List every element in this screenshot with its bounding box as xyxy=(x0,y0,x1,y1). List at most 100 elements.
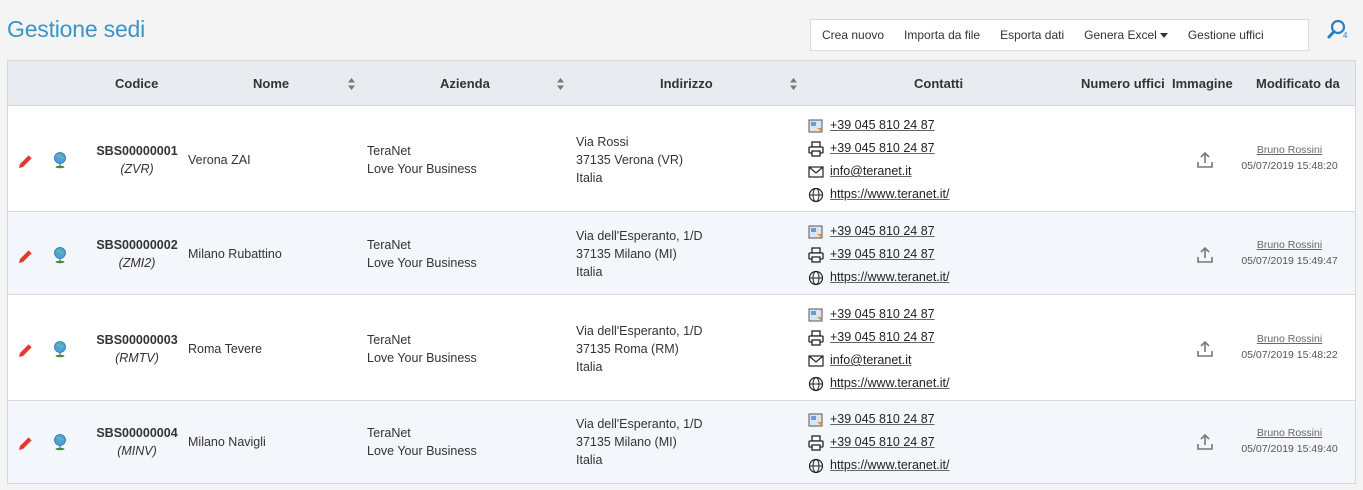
abbr-value: ZVR xyxy=(124,162,150,176)
table-row: SBS00000002 (ZMI2) Milano Rubattino TeraN… xyxy=(8,212,1355,295)
globe-icon xyxy=(808,458,824,474)
company-name: TeraNet xyxy=(367,333,411,347)
code-abbr: (MINV) xyxy=(117,444,157,458)
row-name: Verona ZAI xyxy=(188,153,251,167)
generate-excel-label: Genera Excel xyxy=(1084,28,1157,42)
pencil-icon[interactable] xyxy=(17,434,35,452)
toolbar: Crea nuovo Importa da file Esporta dati … xyxy=(810,19,1309,51)
company-name: TeraNet xyxy=(367,144,411,158)
row-code: SBS00000002 (ZMI2) xyxy=(89,236,185,272)
modified-date: 05/07/2019 15:48:20 xyxy=(1241,160,1338,172)
row-address: Via Rossi 37135 Verona (VR) Italia xyxy=(576,133,683,187)
pencil-icon[interactable] xyxy=(17,152,35,170)
code-value: SBS00000001 xyxy=(96,144,178,158)
row-address: Via dell'Esperanto, 1/D 37135 Milano (MI)… xyxy=(576,415,703,469)
globe-pin-icon[interactable] xyxy=(51,340,69,358)
row-code: SBS00000001 (ZVR) xyxy=(89,142,185,178)
email-value: info@teranet.it xyxy=(830,353,912,367)
row-address: Via dell'Esperanto, 1/D 37135 Milano (MI)… xyxy=(576,227,703,281)
pencil-icon[interactable] xyxy=(17,247,35,265)
table-row: SBS00000001 (ZVR) Verona ZAI TeraNet Love … xyxy=(8,106,1355,212)
globe-icon xyxy=(808,376,824,392)
company-tagline: Love Your Business xyxy=(367,256,477,270)
row-company: TeraNet Love Your Business xyxy=(367,424,477,460)
row-address: Via dell'Esperanto, 1/D 37135 Roma (RM) It… xyxy=(576,322,703,376)
phone-value: +39 045 810 24 87 xyxy=(830,412,935,426)
row-name: Milano Navigli xyxy=(188,435,266,449)
sort-icon[interactable] xyxy=(790,78,797,90)
search-button[interactable]: 4 xyxy=(1326,18,1352,44)
address-street: Via dell'Esperanto, 1/D xyxy=(576,229,703,243)
fax-value: +39 045 810 24 87 xyxy=(830,435,935,449)
company-name: TeraNet xyxy=(367,238,411,252)
export-data-button[interactable]: Esporta dati xyxy=(990,28,1074,42)
table-header: Codice Nome Azienda Indirizzo Contatti N… xyxy=(8,61,1355,106)
abbr-value: MINV xyxy=(121,444,153,458)
abbr-value: RMTV xyxy=(119,351,155,365)
globe-pin-icon[interactable] xyxy=(51,151,69,169)
search-icon xyxy=(1327,19,1346,39)
address-city: 37135 Milano (MI) xyxy=(576,435,677,449)
company-tagline: Love Your Business xyxy=(367,444,477,458)
phone-icon xyxy=(808,119,823,133)
company-tagline: Love Your Business xyxy=(367,162,477,176)
fax-value: +39 045 810 24 87 xyxy=(830,141,935,155)
address-city: 37135 Verona (VR) xyxy=(576,153,684,167)
upload-icon[interactable] xyxy=(1195,432,1215,452)
row-modified: Bruno Rossini 05/07/2019 15:49:47 xyxy=(1237,237,1342,269)
fax-icon xyxy=(808,330,824,346)
generate-excel-button[interactable]: Genera Excel xyxy=(1074,28,1178,42)
table-row: SBS00000004 (MINV) Milano Navigli TeraNet… xyxy=(8,401,1355,484)
sort-icon[interactable] xyxy=(557,78,564,90)
address-country: Italia xyxy=(576,171,603,185)
row-code: SBS00000004 (MINV) xyxy=(89,424,185,460)
company-tagline: Love Your Business xyxy=(367,351,477,365)
address-city: 37135 Roma (RM) xyxy=(576,342,679,356)
code-abbr: (RMTV) xyxy=(115,351,159,365)
globe-icon xyxy=(808,187,824,203)
modified-user[interactable]: Bruno Rossini xyxy=(1237,237,1342,253)
column-header-indirizzo[interactable]: Indirizzo xyxy=(660,61,713,106)
fax-icon xyxy=(808,247,824,263)
upload-icon[interactable] xyxy=(1195,150,1215,170)
column-header-azienda[interactable]: Azienda xyxy=(440,61,490,106)
website-value: https://www.teranet.it/ xyxy=(830,376,950,390)
address-country: Italia xyxy=(576,453,603,467)
fax-value: +39 045 810 24 87 xyxy=(830,330,935,344)
modified-user[interactable]: Bruno Rossini xyxy=(1237,142,1342,158)
column-header-codice[interactable]: Codice xyxy=(115,61,158,106)
code-value: SBS00000002 xyxy=(96,238,178,252)
address-street: Via dell'Esperanto, 1/D xyxy=(576,324,703,338)
row-modified: Bruno Rossini 05/07/2019 15:49:40 xyxy=(1237,425,1342,457)
website-value: https://www.teranet.it/ xyxy=(830,270,950,284)
address-street: Via Rossi xyxy=(576,135,629,149)
column-header-contatti[interactable]: Contatti xyxy=(914,61,963,106)
locations-table: Codice Nome Azienda Indirizzo Contatti N… xyxy=(7,60,1356,484)
envelope-icon xyxy=(808,166,824,178)
sort-icon[interactable] xyxy=(348,78,355,90)
phone-value: +39 045 810 24 87 xyxy=(830,307,935,321)
search-badge: 4 xyxy=(1343,31,1348,40)
upload-icon[interactable] xyxy=(1195,245,1215,265)
address-city: 37135 Milano (MI) xyxy=(576,247,677,261)
globe-pin-icon[interactable] xyxy=(51,433,69,451)
globe-pin-icon[interactable] xyxy=(51,246,69,264)
row-name: Roma Tevere xyxy=(188,342,263,356)
pencil-icon[interactable] xyxy=(17,341,35,359)
row-code: SBS00000003 (RMTV) xyxy=(89,331,185,367)
address-street: Via dell'Esperanto, 1/D xyxy=(576,417,703,431)
modified-user[interactable]: Bruno Rossini xyxy=(1237,425,1342,441)
row-company: TeraNet Love Your Business xyxy=(367,331,477,367)
create-new-button[interactable]: Crea nuovo xyxy=(811,28,894,42)
modified-user[interactable]: Bruno Rossini xyxy=(1237,331,1342,347)
column-header-modificato-da[interactable]: Modificato da xyxy=(1256,61,1340,106)
modified-date: 05/07/2019 15:49:40 xyxy=(1241,443,1338,455)
import-file-button[interactable]: Importa da file xyxy=(894,28,990,42)
column-header-nome[interactable]: Nome xyxy=(253,61,289,106)
office-management-button[interactable]: Gestione uffici xyxy=(1178,28,1274,42)
upload-icon[interactable] xyxy=(1195,339,1215,359)
fax-value: +39 045 810 24 87 xyxy=(830,247,935,261)
column-header-numero-uffici[interactable]: Numero uffici xyxy=(1081,61,1165,106)
phone-icon xyxy=(808,225,823,239)
column-header-immagine[interactable]: Immagine xyxy=(1172,61,1233,106)
